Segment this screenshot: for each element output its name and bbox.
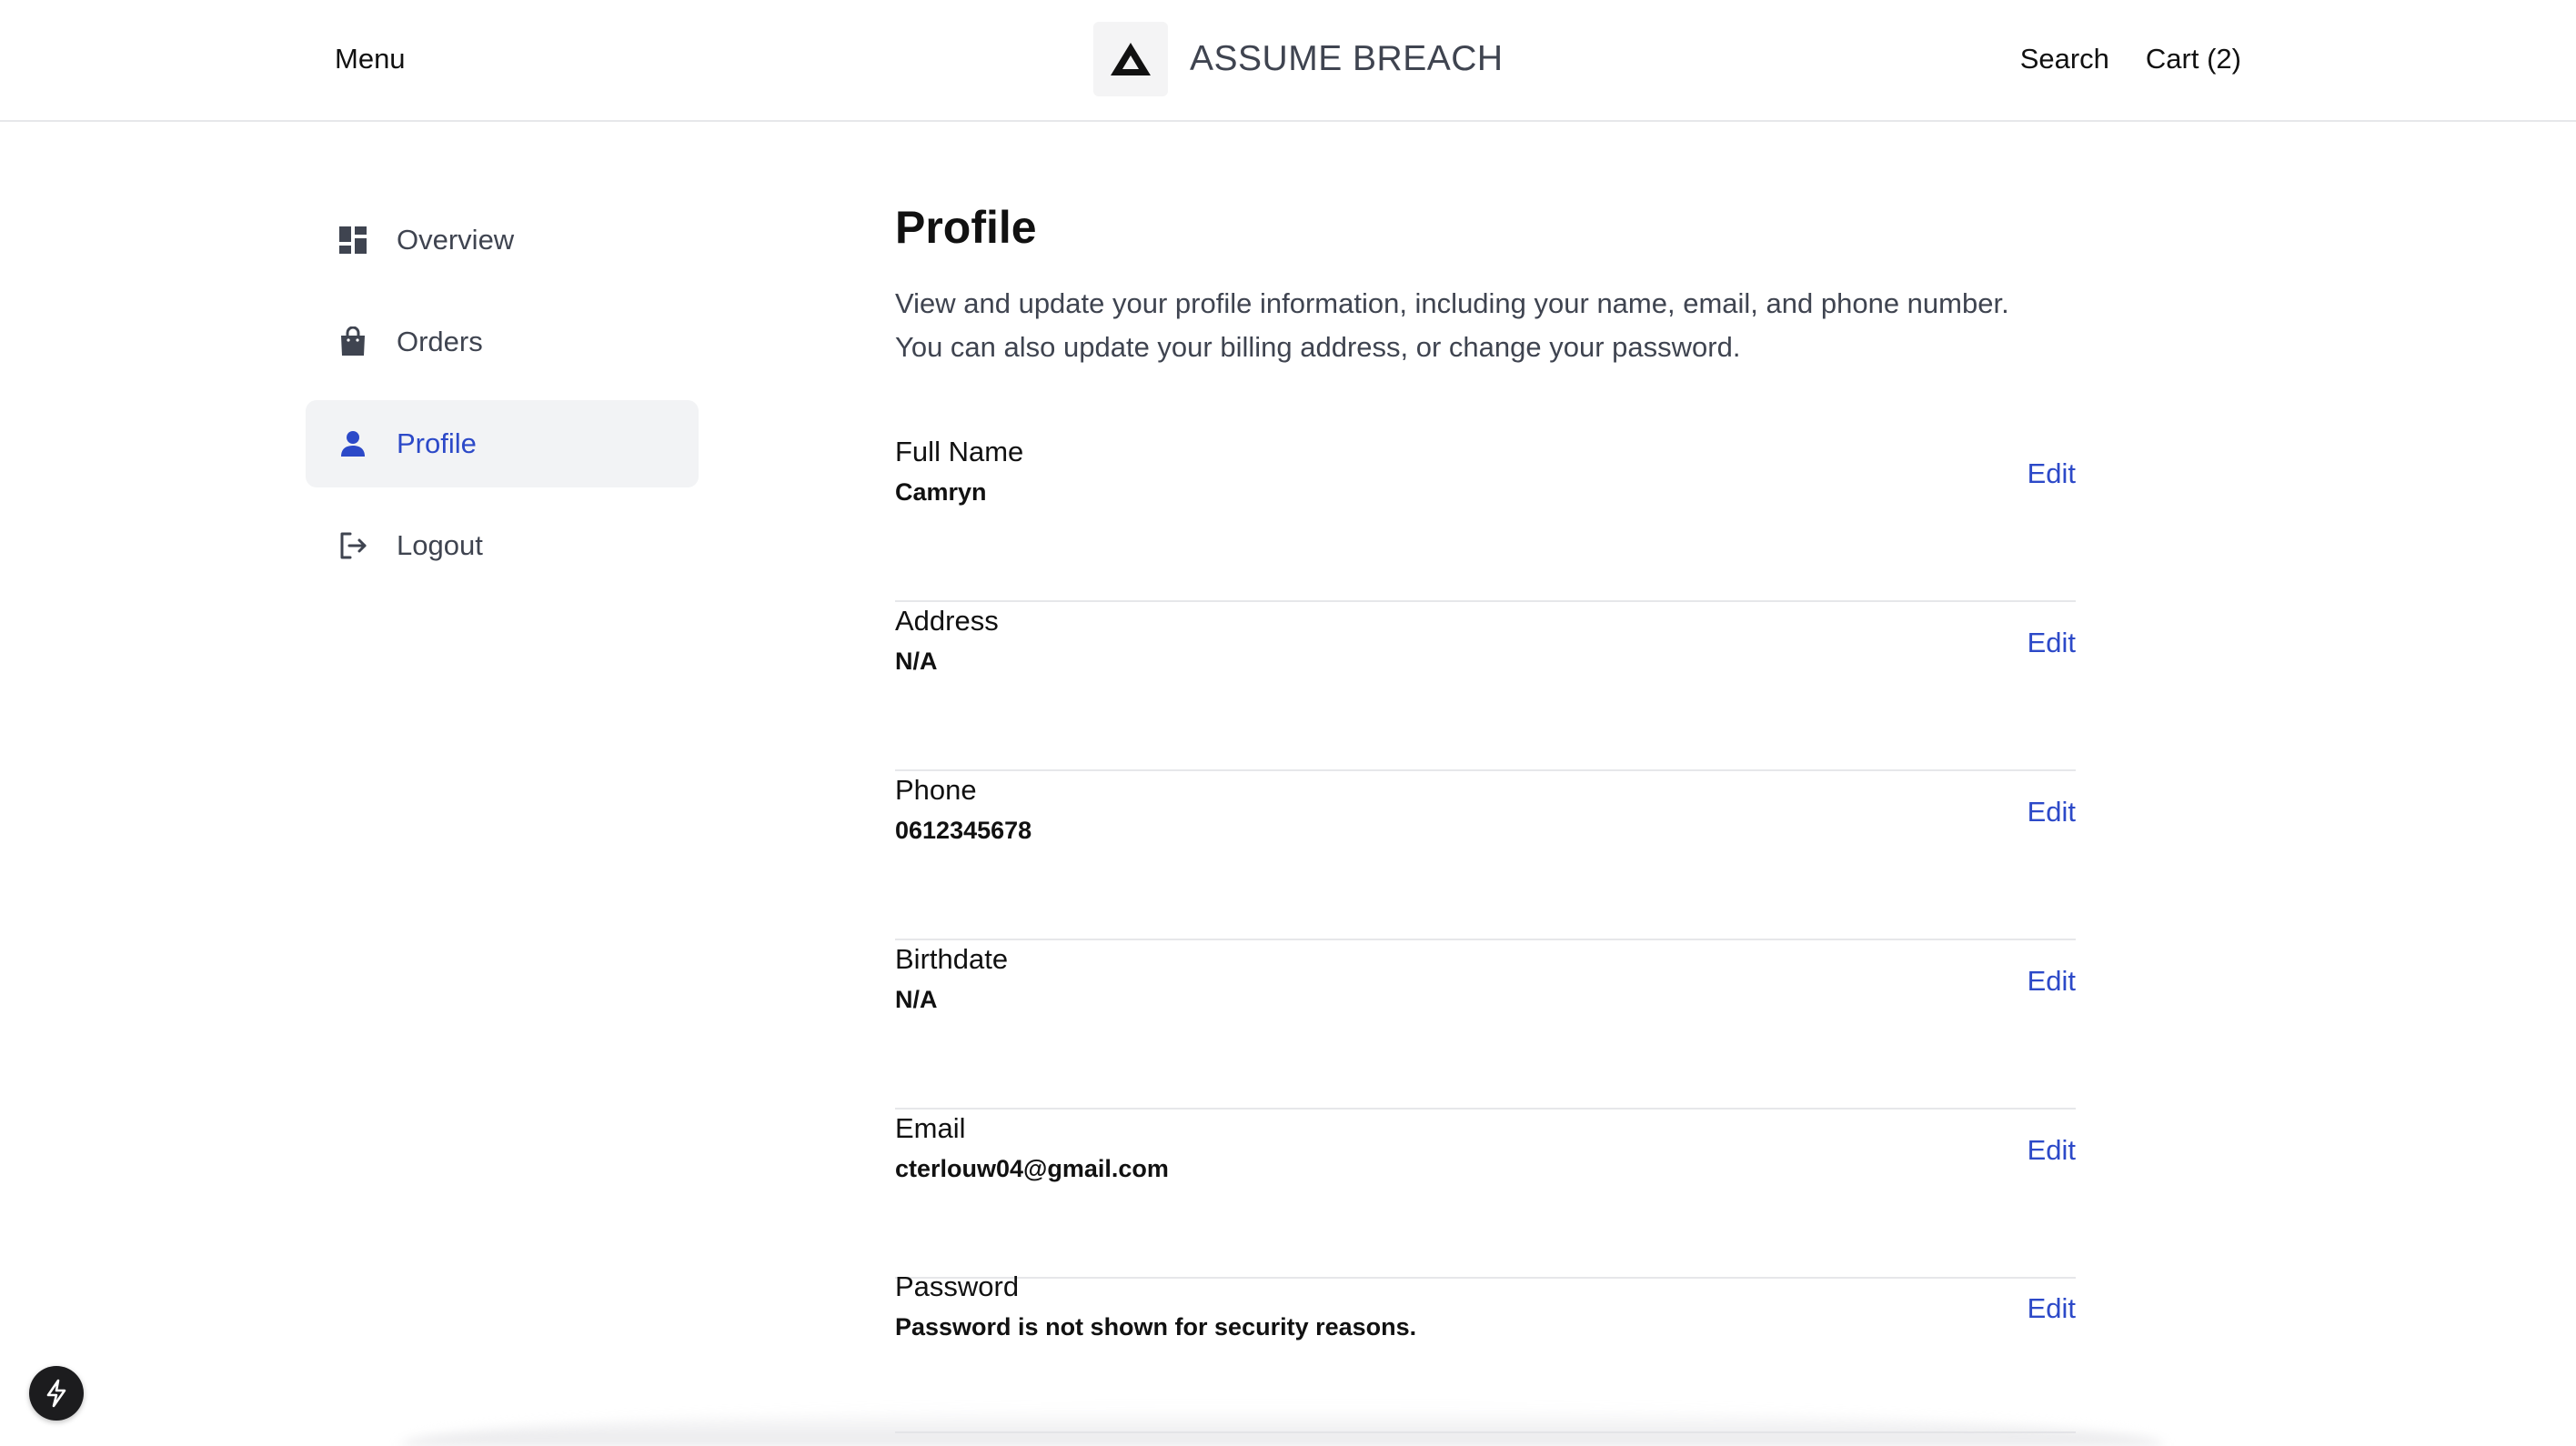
sidebar-item-label: Overview — [397, 224, 515, 256]
sidebar-item-label: Profile — [397, 427, 477, 459]
profile-field-full-name: Full Name Camryn Edit — [895, 433, 2076, 602]
lightning-bolt-icon[interactable] — [29, 1366, 84, 1421]
sidebar-item-overview[interactable]: Overview — [306, 196, 699, 284]
brand-name: ASSUME BREACH — [1190, 39, 1504, 78]
page-description-line: View and update your profile information… — [895, 287, 2009, 319]
field-value: Password is not shown for security reaso… — [895, 1313, 1417, 1341]
header-actions: Search Cart (2) — [2020, 40, 2241, 78]
field-value: N/A — [895, 986, 938, 1013]
sidebar-item-profile[interactable]: Profile — [306, 400, 699, 487]
user-icon — [337, 427, 369, 460]
brand-logo-icon — [1093, 22, 1168, 96]
dashboard-icon — [337, 224, 369, 256]
field-label: Email — [895, 1112, 966, 1144]
field-value: 0612345678 — [895, 817, 1032, 844]
site-header: Menu ASSUME BREACH Search Cart (2) — [0, 0, 2576, 122]
field-label: Full Name — [895, 436, 1024, 467]
search-link[interactable]: Search — [2020, 40, 2109, 78]
field-label: Birthdate — [895, 943, 1009, 975]
account-sidebar: Overview Orders Profile Logout — [306, 196, 699, 604]
logout-icon — [337, 529, 369, 562]
field-label: Phone — [895, 774, 977, 806]
profile-field-phone: Phone 0612345678 Edit — [895, 771, 2076, 940]
page-description: View and update your profile information… — [895, 282, 2076, 369]
sidebar-item-label: Orders — [397, 326, 483, 357]
brand[interactable]: ASSUME BREACH — [1093, 22, 1504, 96]
page-title: Profile — [895, 202, 1037, 253]
sidebar-item-logout[interactable]: Logout — [306, 502, 699, 589]
field-label: Address — [895, 605, 999, 637]
profile-field-birthdate: Birthdate N/A Edit — [895, 940, 2076, 1110]
profile-fields: Full Name Camryn Edit Address N/A Edit P… — [895, 433, 2076, 1433]
field-label: Password — [895, 1270, 1020, 1302]
edit-email-button[interactable]: Edit — [2028, 1131, 2076, 1170]
field-value: N/A — [895, 648, 938, 675]
profile-content: Profile View and update your profile inf… — [895, 196, 2076, 1433]
cart-link[interactable]: Cart (2) — [2146, 40, 2241, 78]
profile-field-address: Address N/A Edit — [895, 602, 2076, 771]
page-description-line: You can also update your billing address… — [895, 331, 1741, 363]
edit-birthdate-button[interactable]: Edit — [2028, 962, 2076, 1000]
shopping-bag-icon — [337, 326, 369, 358]
edit-password-button[interactable]: Edit — [2028, 1290, 2076, 1328]
field-value: cterlouw04@gmail.com — [895, 1155, 1169, 1182]
field-value: Camryn — [895, 478, 987, 506]
edit-full-name-button[interactable]: Edit — [2028, 455, 2076, 493]
edit-phone-button[interactable]: Edit — [2028, 793, 2076, 831]
sidebar-item-label: Logout — [397, 529, 483, 561]
profile-field-email: Email cterlouw04@gmail.com Edit — [895, 1110, 2076, 1279]
edit-address-button[interactable]: Edit — [2028, 624, 2076, 662]
sidebar-item-orders[interactable]: Orders — [306, 298, 699, 386]
menu-button[interactable]: Menu — [335, 40, 406, 78]
